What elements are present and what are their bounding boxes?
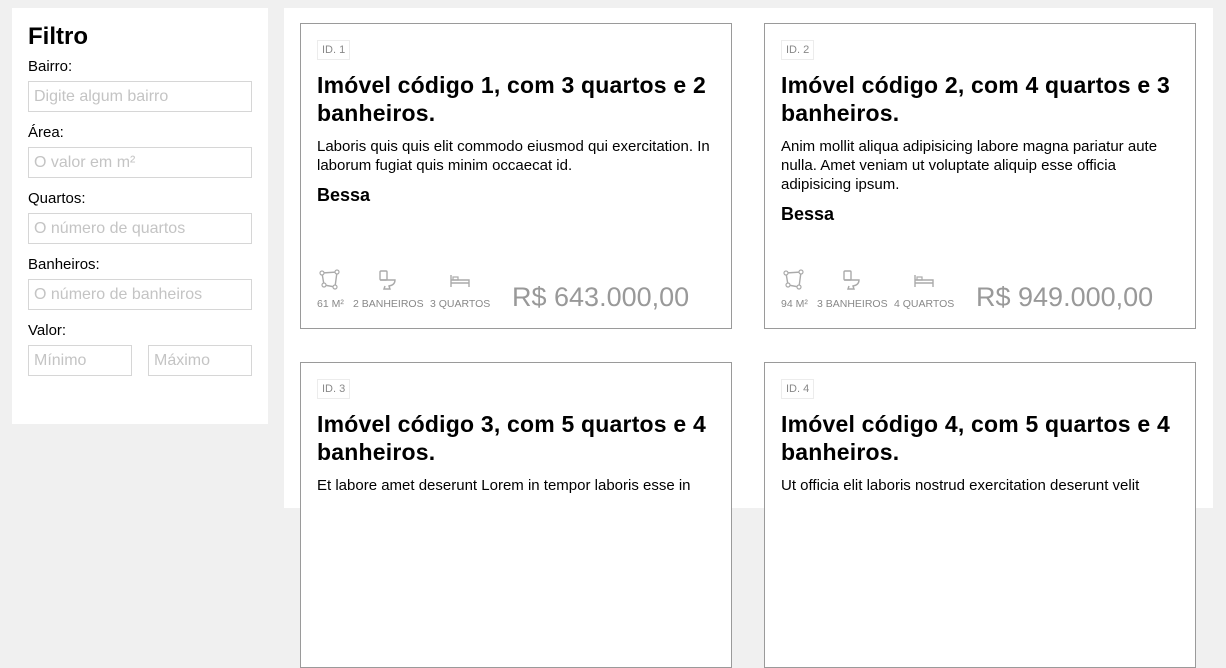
property-id-badge: ID. 4: [781, 379, 815, 399]
valor-range: [28, 345, 252, 376]
property-title: Imóvel código 2, com 4 quartos e 3 banhe…: [781, 72, 1170, 126]
filter-panel: Filtro Bairro: Área: Quartos: Banheiros:…: [12, 8, 268, 424]
valor-label: Valor:: [28, 322, 67, 339]
property-id-badge: ID. 2: [781, 40, 815, 60]
valor-min-input[interactable]: [28, 345, 132, 376]
area-label: Área:: [28, 124, 64, 141]
area-value: 61 M²: [317, 298, 344, 310]
property-card[interactable]: ID. 3 Imóvel código 3, com 5 quartos e 4…: [300, 362, 732, 668]
property-price: R$ 949.000,00: [976, 282, 1154, 312]
bed-icon: [914, 275, 934, 287]
feature-bathrooms: 3 BANHEIROS: [817, 269, 888, 312]
property-neighborhood: Bessa: [317, 185, 371, 205]
property-card[interactable]: ID. 4 Imóvel código 4, com 5 quartos e 4…: [764, 362, 1196, 668]
property-description: Anim mollit aliqua adipisicing labore ma…: [781, 138, 1158, 193]
banheiros-label: Banheiros:: [28, 256, 100, 273]
bairro-label: Bairro:: [28, 58, 73, 75]
property-features: 61 M² 2 BANHEIROS 3 QUARTOS R$ 643.000,0…: [317, 269, 715, 312]
property-title: Imóvel código 3, com 5 quartos e 4 banhe…: [317, 411, 706, 465]
area-input[interactable]: [28, 147, 252, 178]
field-banheiros: Banheiros:: [28, 256, 252, 310]
property-features: 94 M² 3 BANHEIROS 4 QUARTOS R$ 949.000,0…: [781, 269, 1179, 312]
listing-area: ID. 1 Imóvel código 1, com 3 quartos e 2…: [284, 8, 1213, 668]
bathrooms-value: 3 BANHEIROS: [817, 298, 888, 310]
quartos-input[interactable]: [28, 213, 252, 244]
valor-max-input[interactable]: [148, 345, 252, 376]
feature-area: 61 M²: [317, 269, 344, 312]
property-neighborhood: Bessa: [781, 204, 835, 224]
feature-bedrooms: 4 QUARTOS: [894, 269, 954, 312]
property-id-badge: ID. 3: [317, 379, 351, 399]
filter-title: Filtro: [28, 23, 88, 50]
area-polygon-icon: [783, 269, 805, 290]
property-title: Imóvel código 4, com 5 quartos e 4 banhe…: [781, 411, 1170, 465]
bedrooms-value: 4 QUARTOS: [894, 298, 955, 310]
bed-icon: [450, 275, 470, 287]
property-description: Ut officia elit laboris nostrud exercita…: [781, 477, 1140, 494]
property-id-badge: ID. 1: [317, 40, 351, 60]
property-title: Imóvel código 1, com 3 quartos e 2 banhe…: [317, 72, 706, 126]
property-card[interactable]: ID. 2 Imóvel código 2, com 4 quartos e 3…: [764, 23, 1196, 329]
field-valor: Valor:: [28, 322, 252, 376]
quartos-label: Quartos:: [28, 190, 86, 207]
feature-bedrooms: 3 QUARTOS: [430, 269, 490, 312]
property-description: Et labore amet deserunt Lorem in tempor …: [317, 477, 691, 494]
property-price: R$ 643.000,00: [512, 282, 690, 312]
field-area: Área:: [28, 124, 252, 178]
property-description: Laboris quis quis elit commodo eiusmod q…: [317, 138, 710, 174]
property-card[interactable]: ID. 1 Imóvel código 1, com 3 quartos e 2…: [300, 23, 732, 329]
toilet-icon: [843, 270, 860, 290]
area-value: 94 M²: [781, 298, 808, 310]
field-quartos: Quartos:: [28, 190, 252, 244]
banheiros-input[interactable]: [28, 279, 252, 310]
bairro-input[interactable]: [28, 81, 252, 112]
bathrooms-value: 2 BANHEIROS: [353, 298, 424, 310]
feature-area: 94 M²: [781, 269, 808, 312]
toilet-icon: [379, 270, 396, 290]
bedrooms-value: 3 QUARTOS: [430, 298, 491, 310]
area-polygon-icon: [319, 269, 341, 290]
feature-bathrooms: 2 BANHEIROS: [353, 269, 424, 312]
field-bairro: Bairro:: [28, 58, 252, 112]
